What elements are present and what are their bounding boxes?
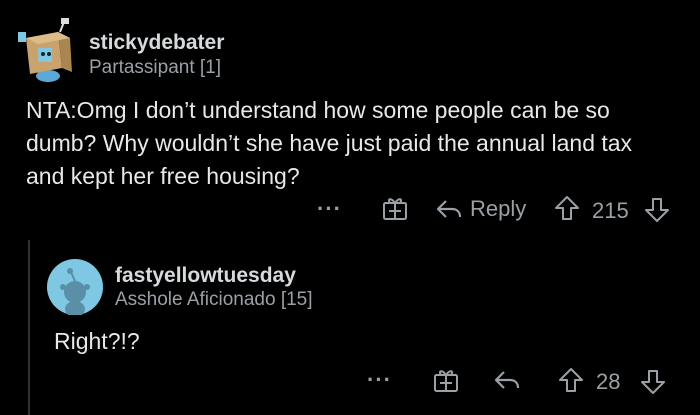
comment-username[interactable]: stickydebater xyxy=(89,31,224,55)
avatar[interactable] xyxy=(18,18,78,82)
upvote-arrow-icon[interactable] xyxy=(554,195,580,221)
comment-body: Right?!? xyxy=(54,328,140,354)
vote-score: 28 xyxy=(596,369,621,394)
more-dots-icon[interactable]: ··· xyxy=(317,196,342,222)
reply-label: Reply xyxy=(470,196,527,221)
comment-body: NTA:Omg I don’t understand how some peop… xyxy=(26,97,633,189)
box-head-robot-avatar-icon xyxy=(18,18,72,82)
vote-score: 215 xyxy=(592,198,629,223)
avatar[interactable] xyxy=(47,259,103,315)
reply-button[interactable]: Reply xyxy=(436,196,526,222)
user-flair: Partassipant [1] xyxy=(89,57,222,78)
gift-award-icon[interactable] xyxy=(382,195,408,221)
user-flair: Asshole Aficionado [15] xyxy=(115,289,313,310)
default-snoo-avatar-icon xyxy=(47,259,103,315)
more-dots-icon[interactable]: ··· xyxy=(367,367,392,393)
reply-arrow-icon[interactable] xyxy=(494,369,520,391)
upvote-arrow-icon[interactable] xyxy=(558,367,584,393)
downvote-arrow-icon[interactable] xyxy=(640,369,666,395)
gift-award-icon[interactable] xyxy=(433,367,459,393)
reply-arrow-icon xyxy=(436,200,462,218)
downvote-arrow-icon[interactable] xyxy=(644,197,670,223)
comment-username[interactable]: fastyellowtuesday xyxy=(115,264,296,288)
thread-line[interactable] xyxy=(28,240,30,415)
